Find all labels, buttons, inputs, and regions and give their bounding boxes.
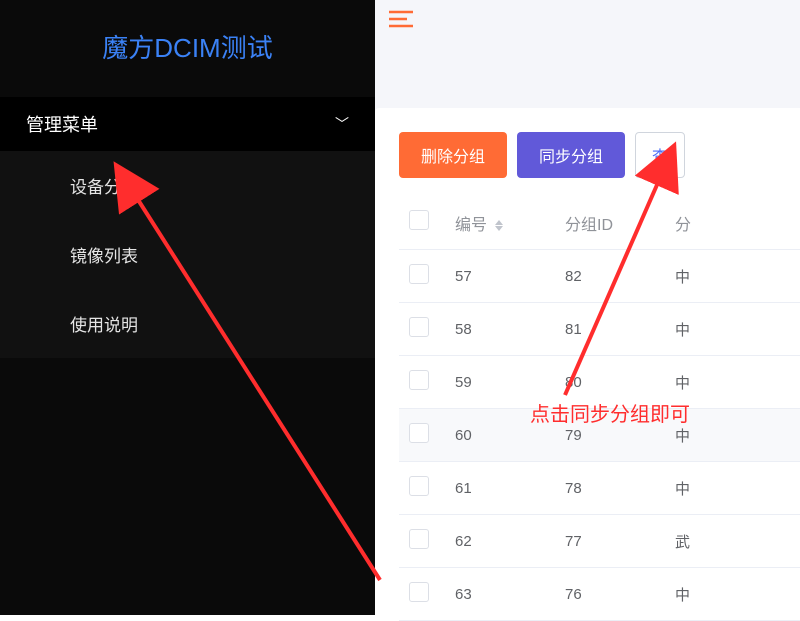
cell-name: 武 — [665, 515, 800, 568]
sidebar-item-image-list[interactable]: 镜像列表 — [0, 220, 375, 289]
sidebar-item-device-group[interactable]: 设备分组 — [0, 151, 375, 220]
table-row[interactable]: 6376中 — [399, 568, 800, 621]
row-checkbox[interactable] — [409, 423, 429, 443]
cell-group-id: 81 — [555, 303, 665, 356]
sidebar-item-usage-guide[interactable]: 使用说明 — [0, 289, 375, 358]
cell-id: 61 — [445, 462, 555, 515]
cell-name: 中 — [665, 568, 800, 621]
sync-group-button[interactable]: 同步分组 — [517, 132, 625, 178]
cell-id: 63 — [445, 568, 555, 621]
row-checkbox[interactable] — [409, 582, 429, 602]
cell-group-id: 77 — [555, 515, 665, 568]
toolbar: 删除分组 同步分组 查 — [399, 132, 800, 178]
cell-id: 60 — [445, 409, 555, 462]
query-button[interactable]: 查 — [635, 132, 685, 178]
delete-group-button[interactable]: 删除分组 — [399, 132, 507, 178]
row-checkbox[interactable] — [409, 529, 429, 549]
cell-id: 62 — [445, 515, 555, 568]
sidebar-item-label: 镜像列表 — [70, 247, 138, 266]
chevron-down-icon: ﹀ — [335, 114, 349, 134]
row-checkbox[interactable] — [409, 317, 429, 337]
cell-group-id: 78 — [555, 462, 665, 515]
header-id[interactable]: 编号 — [445, 196, 555, 250]
cell-id: 58 — [445, 303, 555, 356]
sidebar-item-label: 使用说明 — [70, 316, 138, 335]
main-content: 删除分组 同步分组 查 编号 分组ID 分 5782中5881中5980中 — [375, 0, 800, 615]
cell-name: 中 — [665, 250, 800, 303]
data-table: 编号 分组ID 分 5782中5881中5980中6079中6178中6277武… — [399, 196, 800, 621]
cell-name: 中 — [665, 356, 800, 409]
menu-header-label: 管理菜单 — [26, 111, 98, 137]
row-checkbox[interactable] — [409, 264, 429, 284]
cell-id: 57 — [445, 250, 555, 303]
header-name[interactable]: 分 — [665, 196, 800, 250]
header-checkbox-cell — [399, 196, 445, 250]
select-all-checkbox[interactable] — [409, 210, 429, 230]
table-row[interactable]: 5980中 — [399, 356, 800, 409]
hamburger-icon[interactable] — [375, 0, 800, 58]
cell-group-id: 76 — [555, 568, 665, 621]
row-checkbox[interactable] — [409, 476, 429, 496]
cell-group-id: 79 — [555, 409, 665, 462]
cell-name: 中 — [665, 303, 800, 356]
table-row[interactable]: 6178中 — [399, 462, 800, 515]
cell-group-id: 82 — [555, 250, 665, 303]
cell-group-id: 80 — [555, 356, 665, 409]
table-row[interactable]: 6079中 — [399, 409, 800, 462]
table-row[interactable]: 5881中 — [399, 303, 800, 356]
cell-name: 中 — [665, 409, 800, 462]
table-row[interactable]: 6277武 — [399, 515, 800, 568]
cell-name: 中 — [665, 462, 800, 515]
table-body: 5782中5881中5980中6079中6178中6277武6376中 — [399, 250, 800, 621]
sort-icon — [495, 220, 503, 231]
sidebar-item-label: 设备分组 — [70, 178, 138, 197]
content-card: 删除分组 同步分组 查 编号 分组ID 分 5782中5881中5980中 — [375, 108, 800, 621]
cell-id: 59 — [445, 356, 555, 409]
menu-header[interactable]: 管理菜单 ﹀ — [0, 97, 375, 151]
header-group-id[interactable]: 分组ID — [555, 196, 665, 250]
table-row[interactable]: 5782中 — [399, 250, 800, 303]
sidebar: 魔方DCIM测试 管理菜单 ﹀ 设备分组 镜像列表 使用说明 — [0, 0, 375, 615]
row-checkbox[interactable] — [409, 370, 429, 390]
app-title: 魔方DCIM测试 — [0, 0, 375, 97]
